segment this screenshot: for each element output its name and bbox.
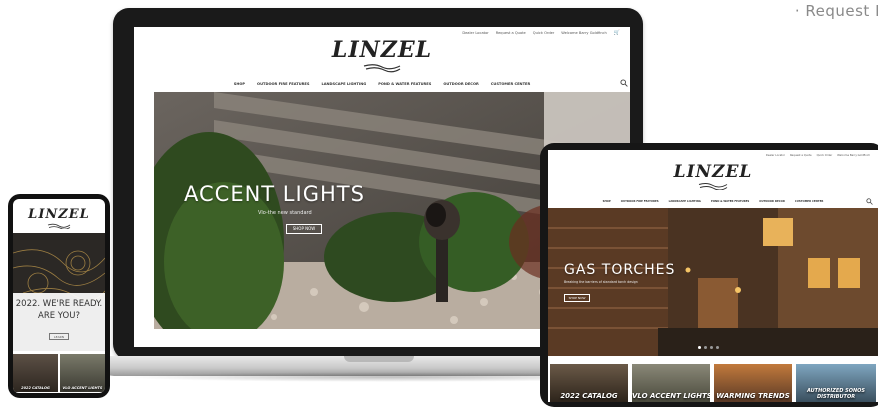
- tablet-nav-shop[interactable]: SHOP: [603, 200, 611, 203]
- phone-headline-line1: 2022. WE'RE READY.: [15, 299, 103, 309]
- tablet-tile-sonos[interactable]: AUTHORIZED SONOS DISTRIBUTOR: [796, 364, 876, 402]
- tablet-request-quote-link[interactable]: Request a Quote: [790, 154, 812, 157]
- hero-title: ACCENT LIGHTS: [184, 182, 365, 206]
- dealer-locator-link[interactable]: Dealer Locator: [462, 31, 488, 35]
- phone-headline-line2: ARE YOU?: [38, 311, 80, 321]
- tablet-dealer-locator-link[interactable]: Dealer Locator: [766, 154, 785, 157]
- tablet-tile-sonos-label: AUTHORIZED SONOS DISTRIBUTOR: [806, 388, 866, 400]
- search-icon[interactable]: [620, 79, 628, 87]
- nav-outdoor-decor[interactable]: OUTDOOR DECOR: [443, 82, 478, 86]
- tablet-search-icon[interactable]: [866, 198, 873, 205]
- tablet-nav-landscape-lighting[interactable]: LANDSCAPE LIGHTING: [669, 200, 701, 203]
- tablet-nav-outdoor-decor[interactable]: OUTDOOR DECOR: [759, 200, 785, 203]
- tablet-tile-warming[interactable]: WARMING TRENDS: [714, 364, 792, 402]
- cart-icon[interactable]: 🛒: [614, 30, 620, 36]
- tablet-tile-catalog-label: 2022 CATALOG: [560, 392, 618, 400]
- phone-logo-wave-icon: [47, 223, 71, 229]
- tablet-hero-banner[interactable]: GAS TORCHES Breaking the barriers of sta…: [548, 208, 878, 356]
- tablet-hero-subtitle: Breaking the barriers of standard torch …: [564, 280, 638, 284]
- carousel-dots[interactable]: [698, 346, 719, 349]
- phone-screen: LINZEL 2022. WE'RE READY. ARE YOU? LEARN…: [13, 199, 105, 393]
- tablet-nav-outdoor-fire[interactable]: OUTDOOR FIRE FEATURES: [621, 200, 659, 203]
- tablet-logo-wave-icon: [698, 182, 728, 190]
- tablet-welcome-user-link[interactable]: Welcome Barry Goldfinch: [837, 154, 870, 157]
- tablet-nav: SHOP OUTDOOR FIRE FEATURES LANDSCAPE LIG…: [548, 200, 878, 203]
- phone-tile-accent[interactable]: VLO ACCENT LIGHTS: [60, 354, 105, 392]
- tablet-topbar: Dealer Locator Request a Quote Quick Ord…: [548, 150, 878, 160]
- tablet-shop-now-button[interactable]: SHOP NOW: [564, 294, 590, 302]
- shop-now-button[interactable]: SHOP NOW: [286, 224, 322, 234]
- tablet-nav-customer-center[interactable]: CUSTOMER CENTER: [795, 200, 824, 203]
- nav-shop[interactable]: SHOP: [234, 82, 245, 86]
- hero-subtitle: Vlo-the new standard: [258, 210, 312, 216]
- site-logo[interactable]: LINZEL: [134, 37, 630, 63]
- tablet-tile-accent-label: VLO ACCENT LIGHTS: [632, 392, 710, 400]
- phone-tile-accent-label: VLO ACCENT LIGHTS: [62, 386, 103, 390]
- tablet-logo[interactable]: LINZEL: [548, 162, 878, 182]
- phone-logo[interactable]: LINZEL: [13, 207, 105, 222]
- nav-outdoor-fire[interactable]: OUTDOOR FIRE FEATURES: [257, 82, 309, 86]
- nav-landscape-lighting[interactable]: LANDSCAPE LIGHTING: [321, 82, 366, 86]
- quick-order-link[interactable]: Quick Order: [533, 31, 555, 35]
- phone-tile-catalog[interactable]: 2022 CATALOG: [13, 354, 58, 392]
- request-link-text[interactable]: · Request R: [795, 2, 878, 20]
- tablet-tile-warming-label: WARMING TRENDS: [716, 392, 790, 400]
- tablet-quick-order-link[interactable]: Quick Order: [817, 154, 833, 157]
- tablet-screen: Dealer Locator Request a Quote Quick Ord…: [548, 150, 878, 402]
- request-quote-link[interactable]: Request a Quote: [496, 31, 526, 35]
- tablet-tile-accent[interactable]: VLO ACCENT LIGHTS: [632, 364, 710, 402]
- tablet-tile-catalog[interactable]: 2022 CATALOG: [550, 364, 628, 402]
- logo-wave-icon: [363, 64, 401, 73]
- phone-learn-button[interactable]: LEARN: [49, 333, 69, 340]
- laptop-nav: SHOP OUTDOOR FIRE FEATURES LANDSCAPE LIG…: [134, 82, 630, 86]
- tablet-hero-title: GAS TORCHES: [564, 262, 676, 278]
- laptop-notch: [344, 356, 414, 362]
- nav-pond-water[interactable]: POND & WATER FEATURES: [378, 82, 431, 86]
- welcome-user-link[interactable]: Welcome Barry Goldfinch: [561, 31, 606, 35]
- tablet-nav-pond-water[interactable]: POND & WATER FEATURES: [711, 200, 749, 203]
- nav-customer-center[interactable]: CUSTOMER CENTER: [491, 82, 530, 86]
- phone-tile-catalog-label: 2022 CATALOG: [21, 386, 50, 390]
